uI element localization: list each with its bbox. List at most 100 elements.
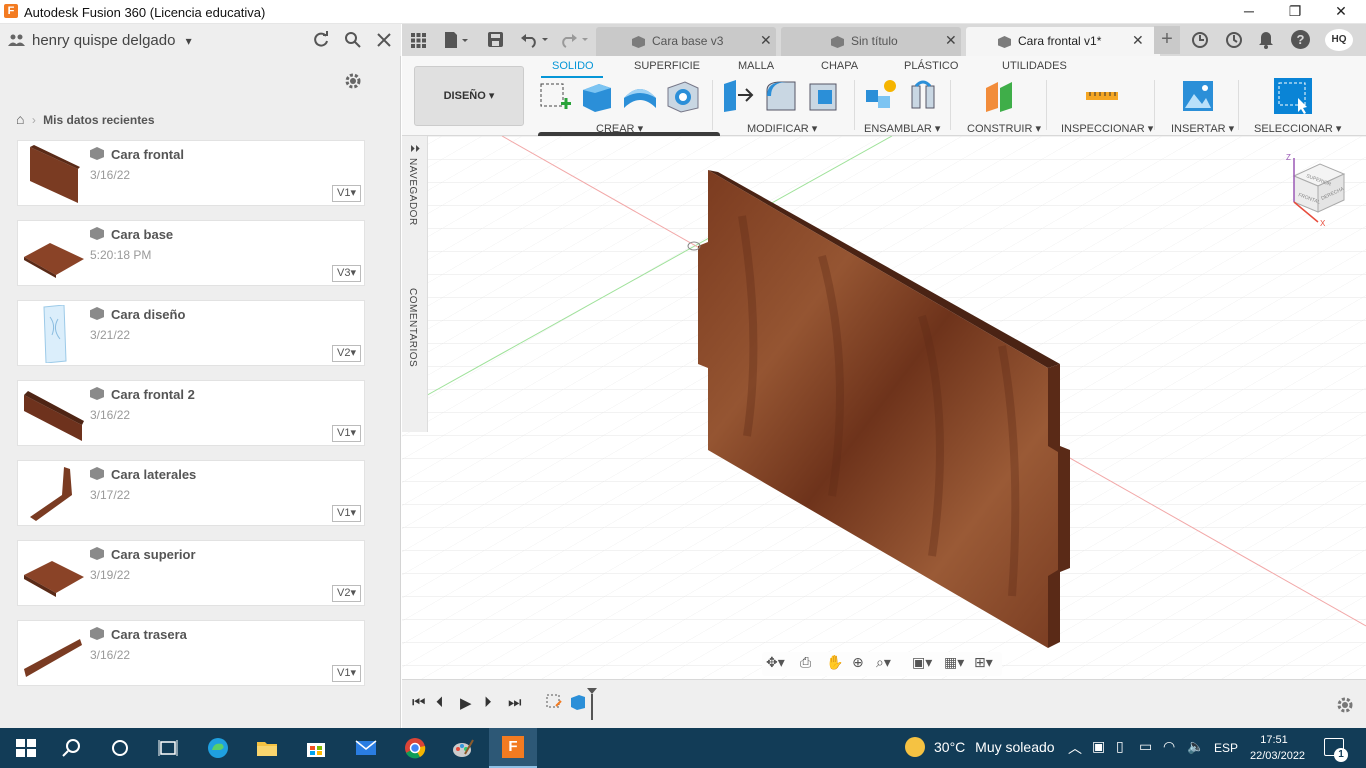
- job-status-icon[interactable]: [1225, 31, 1243, 49]
- list-item[interactable]: Cara base 5:20:18 PM V3▾: [17, 220, 365, 286]
- tab-superficie[interactable]: SUPERFICIE: [634, 60, 700, 72]
- windows-start-icon[interactable]: [14, 736, 38, 760]
- avatar[interactable]: HQ: [1325, 29, 1353, 51]
- refresh-icon[interactable]: [312, 31, 330, 49]
- tab-malla[interactable]: MALLA: [738, 60, 774, 72]
- group-insertar[interactable]: INSERTAR ▾: [1171, 122, 1234, 135]
- fillet-icon[interactable]: [763, 78, 799, 114]
- app-grid-icon[interactable]: [411, 33, 426, 48]
- group-modificar[interactable]: MODIFICAR ▾: [747, 122, 817, 135]
- insert-image-icon[interactable]: [1180, 78, 1216, 114]
- help-icon[interactable]: ?: [1291, 30, 1310, 49]
- paint-app-icon[interactable]: [451, 736, 475, 760]
- version-dropdown[interactable]: V1▾: [332, 505, 361, 522]
- step-back-icon[interactable]: ⏴: [436, 694, 444, 711]
- file-menu-icon[interactable]: [444, 31, 470, 49]
- step-forward-icon[interactable]: ⏵: [484, 694, 492, 711]
- grid-settings-icon[interactable]: ▦▾: [944, 654, 964, 671]
- home-icon[interactable]: ⌂: [16, 111, 24, 127]
- volume-icon[interactable]: 🔈: [1187, 738, 1204, 755]
- mail-icon[interactable]: [354, 736, 378, 760]
- view-cube[interactable]: Z X FRONTAL DERECHA SUPERIOR: [1282, 150, 1352, 230]
- battery-icon[interactable]: ▭: [1139, 738, 1152, 755]
- team-icon[interactable]: [8, 33, 26, 47]
- system-clock[interactable]: 17:51 22/03/2022: [1250, 732, 1305, 764]
- notifications-bell-icon[interactable]: [1258, 31, 1274, 49]
- list-item[interactable]: Cara trasera 3/16/22 V1▾: [17, 620, 365, 686]
- create-sketch-icon[interactable]: [537, 78, 573, 114]
- chrome-icon[interactable]: [403, 736, 427, 760]
- close-tab-icon[interactable]: ✕: [760, 32, 772, 49]
- save-icon[interactable]: [488, 32, 503, 47]
- navigator-label[interactable]: NAVEGADOR: [407, 158, 418, 226]
- tab-chapa[interactable]: CHAPA: [821, 60, 858, 72]
- go-to-end-icon[interactable]: ⏭: [508, 694, 522, 711]
- redo-icon[interactable]: [560, 32, 590, 48]
- joint-icon[interactable]: [906, 78, 942, 114]
- file-explorer-icon[interactable]: [255, 736, 279, 760]
- timeline-sketch-icon[interactable]: [546, 694, 562, 710]
- close-tab-icon[interactable]: ✕: [1132, 32, 1144, 49]
- close-button[interactable]: ✕: [1318, 0, 1364, 24]
- new-component-icon[interactable]: [862, 78, 898, 114]
- group-construir[interactable]: CONSTRUIR ▾: [967, 122, 1041, 135]
- restore-button[interactable]: ❐: [1272, 0, 1318, 24]
- search-icon[interactable]: [344, 31, 362, 49]
- tab-utilidades[interactable]: UTILIDADES: [1002, 60, 1067, 72]
- cortana-icon[interactable]: [108, 736, 132, 760]
- undo-icon[interactable]: [520, 32, 550, 48]
- chevron-up-icon[interactable]: ︿: [1068, 738, 1082, 758]
- select-icon[interactable]: [1272, 76, 1314, 116]
- tab-cara-frontal[interactable]: Cara frontal v1* ✕: [966, 27, 1160, 56]
- tab-cara-base[interactable]: Cara base v3 ✕: [596, 27, 776, 56]
- shell-icon[interactable]: [806, 78, 842, 114]
- go-to-start-icon[interactable]: ⏮: [412, 694, 426, 711]
- list-item[interactable]: Cara frontal 3/16/22 V1▾: [17, 140, 365, 206]
- close-panel-icon[interactable]: [376, 32, 392, 48]
- new-tab-button[interactable]: +: [1154, 26, 1180, 54]
- tab-solido[interactable]: SOLIDO: [552, 60, 594, 72]
- version-dropdown[interactable]: V2▾: [332, 345, 361, 362]
- version-dropdown[interactable]: V1▾: [332, 665, 361, 682]
- comments-label[interactable]: COMENTARIOS: [407, 288, 418, 367]
- zoom-icon[interactable]: ⊕: [852, 654, 864, 671]
- group-seleccionar[interactable]: SELECCIONAR ▾: [1254, 122, 1341, 135]
- version-dropdown[interactable]: V3▾: [332, 265, 361, 282]
- meet-now-icon[interactable]: ▣: [1092, 738, 1105, 755]
- fusion-taskbar-button[interactable]: F: [489, 728, 537, 768]
- user-name-dropdown[interactable]: henry quispe delgado ▾: [32, 32, 192, 49]
- gear-icon[interactable]: [344, 72, 362, 90]
- list-item[interactable]: Cara frontal 2 3/16/22 V1▾: [17, 380, 365, 446]
- pan-icon[interactable]: ✋: [826, 654, 843, 671]
- viewports-icon[interactable]: ⊞▾: [974, 654, 993, 671]
- tab-plastico[interactable]: PLÁSTICO: [904, 60, 958, 72]
- canvas-viewport[interactable]: ⏵⏵ NAVEGADOR COMENTARIOS Z X FRONTAL DER…: [402, 136, 1366, 679]
- wifi-icon[interactable]: ◠: [1163, 738, 1175, 755]
- timeline-extrude-icon[interactable]: [570, 694, 586, 710]
- hole-icon[interactable]: [665, 78, 701, 114]
- look-at-icon[interactable]: ⎙: [800, 654, 811, 671]
- store-icon[interactable]: [304, 736, 328, 760]
- group-ensamblar[interactable]: ENSAMBLAR ▾: [864, 122, 940, 135]
- close-tab-icon[interactable]: ✕: [945, 32, 957, 49]
- list-item[interactable]: Cara laterales 3/17/22 V1▾: [17, 460, 365, 526]
- task-view-icon[interactable]: [156, 736, 180, 760]
- workspace-switcher[interactable]: DISEÑO ▾: [414, 66, 524, 126]
- list-item[interactable]: Cara superior 3/19/22 V2▾: [17, 540, 365, 606]
- version-dropdown[interactable]: V1▾: [332, 425, 361, 442]
- edge-browser-icon[interactable]: [206, 736, 230, 760]
- expand-icon[interactable]: ⏵⏵: [410, 144, 420, 155]
- usb-icon[interactable]: ▯: [1116, 738, 1124, 755]
- search-icon[interactable]: [60, 736, 84, 760]
- measure-icon[interactable]: [1084, 78, 1120, 114]
- play-icon[interactable]: ▶: [460, 694, 472, 712]
- tab-sin-titulo[interactable]: Sin título ✕: [781, 27, 961, 56]
- fit-icon[interactable]: ⌕▾: [876, 654, 891, 671]
- extensions-icon[interactable]: [1191, 31, 1209, 49]
- extrude-icon[interactable]: [579, 78, 615, 114]
- timeline-marker[interactable]: [587, 688, 597, 720]
- language-indicator[interactable]: ESP: [1214, 741, 1238, 755]
- timeline-settings-gear-icon[interactable]: [1336, 696, 1354, 714]
- weather-widget[interactable]: 30°C Muy soleado: [934, 739, 1055, 755]
- group-inspeccionar[interactable]: INSPECCIONAR ▾: [1061, 122, 1153, 135]
